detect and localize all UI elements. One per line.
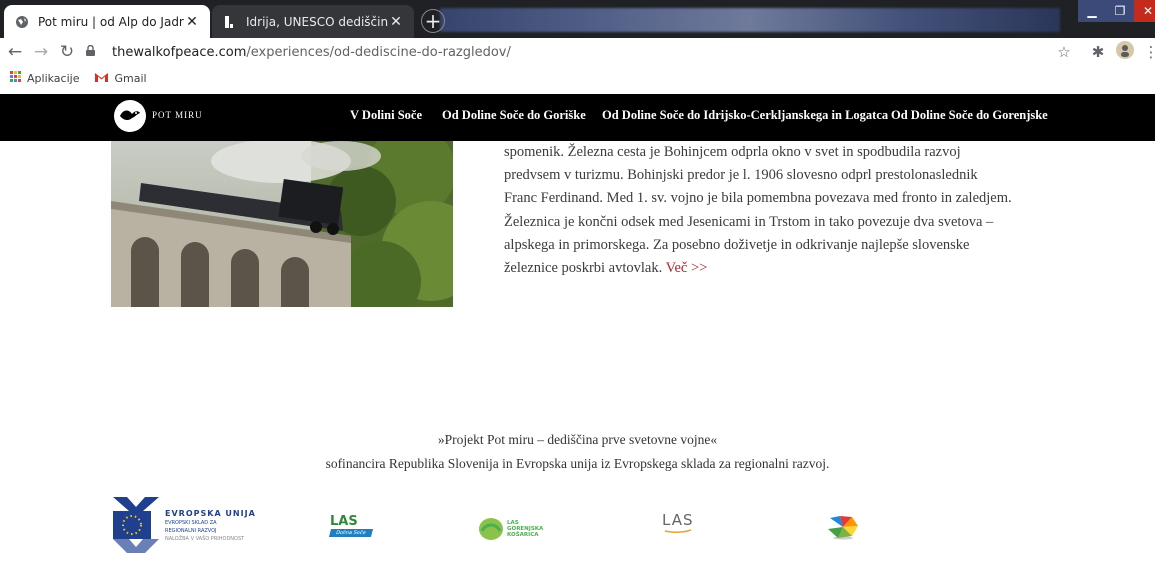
tab-title: Pot miru | od Alp do Jadrana — [38, 14, 184, 29]
article-line: spomenik. Železna cesta je Bohinjcem odp… — [504, 144, 961, 160]
read-more-link[interactable]: Več >> — [666, 260, 708, 276]
article-line: železnice poskrbi avtovlak. Več >> — [504, 257, 1064, 280]
tab-title: Idrija, UNESCO dediščina — [246, 14, 388, 29]
blurred-tabs-area — [440, 8, 1060, 32]
bookmark-star-icon[interactable]: ☆ — [1053, 41, 1075, 63]
las-dolina-soce-logo[interactable]: LAS Dolina Soče — [328, 514, 373, 537]
nav-item-dolini-soce[interactable]: V Dolini Soče — [350, 108, 422, 123]
railway-viaduct-photo — [111, 141, 453, 307]
bookmark-gmail[interactable]: Gmail — [95, 71, 147, 85]
globe-icon — [14, 14, 30, 30]
bookmarks-bar: Aplikacije Gmail — [0, 66, 1155, 90]
basket-icon — [479, 518, 503, 540]
lock-icon — [86, 44, 102, 59]
site-header: POT MIRU V Dolini Soče Od Doline Soče do… — [0, 94, 1155, 141]
eu-subtitle: EVROPSKI SKLAD ZA — [165, 519, 217, 526]
eu-text-block: EVROPSKA UNIJA EVROPSKI SKLAD ZA REGIONA… — [165, 508, 256, 543]
funding-statement: sofinancira Republika Slovenija in Evrop… — [325, 456, 830, 471]
article-line: Železnica je končni odsek med Jesenicami… — [504, 213, 994, 230]
close-window-button[interactable]: ✕ — [1134, 0, 1155, 22]
nav-item-soca-goriska[interactable]: Od Doline Soče do Goriške — [442, 108, 586, 123]
browser-menu-icon[interactable]: ⋮ — [1140, 41, 1155, 63]
close-tab-icon[interactable]: ✕ — [184, 14, 200, 30]
maximize-window-button[interactable]: ❐ — [1106, 0, 1134, 22]
las-gk-text: LAS GORENJSKA KOŠARICA — [507, 520, 543, 538]
las-logo-text: LAS — [330, 514, 358, 529]
project-title: »Projekt Pot miru – dediščina prve sveto… — [437, 432, 718, 447]
las-gk-line: KOŠARICA — [507, 532, 539, 538]
las-underline-icon — [664, 529, 691, 534]
bookmark-apps[interactable]: Aplikacije — [10, 71, 79, 85]
article-line: Franc Ferdinand. Med 1. sv. vojno je bil… — [504, 190, 1012, 207]
close-tab-icon[interactable]: ✕ — [388, 14, 404, 30]
idrija-favicon-icon — [222, 14, 238, 30]
back-arrow-icon[interactable]: ← — [4, 41, 26, 63]
article-text: spomenik. Železna cesta je Bohinjcem odp… — [504, 141, 1064, 280]
url-host: thewalkofpeace.com — [112, 44, 247, 60]
las-s-ciljem-logo[interactable]: LAS — [662, 513, 693, 534]
gmail-icon — [95, 72, 109, 85]
browser-tab-strip: Pot miru | od Alp do Jadrana ✕ Idrija, U… — [0, 0, 1155, 38]
apps-grid-icon — [10, 71, 21, 85]
reload-icon[interactable]: ↻ — [56, 41, 78, 63]
extensions-puzzle-icon[interactable]: ✱ — [1087, 41, 1109, 63]
bookmark-label: Aplikacije — [27, 71, 80, 85]
regional-pinwheel-logo-icon[interactable] — [826, 514, 860, 540]
pot-miru-logo-icon[interactable] — [114, 100, 146, 132]
article-line: predvsem v turizmu. Bohinjski predor je … — [504, 167, 978, 184]
site-logo-text[interactable]: POT MIRU — [152, 110, 203, 120]
tab-idrija[interactable]: Idrija, UNESCO dediščina ✕ — [212, 5, 414, 38]
article-line-text: železnice poskrbi avtovlak. — [504, 260, 663, 277]
eu-fund-logo[interactable]: EVROPSKA UNIJA EVROPSKI SKLAD ZA REGIONA… — [113, 497, 256, 553]
nav-item-soca-gorenjska[interactable]: Od Doline Soče do Gorenjske — [891, 108, 1048, 123]
eu-motto: NALOŽBA V VAŠO PRIHODNOST — [165, 535, 245, 542]
browser-toolbar: ← → ↻ thewalkofpeace.com/experiences/od-… — [0, 38, 1155, 66]
forward-arrow-icon[interactable]: → — [30, 41, 52, 63]
las-logo-subtext: Dolina Soče — [328, 529, 373, 537]
article-line: alpskega in primorskega. Za posebno doži… — [504, 236, 970, 253]
url-path: /experiences/od-dediscine-do-razgledov/ — [246, 44, 511, 60]
eu-flag-icon — [113, 497, 159, 553]
new-tab-button[interactable]: + — [421, 9, 445, 33]
eu-subtitle: REGIONALNI RAZVOJ — [165, 527, 217, 534]
las-logo-text: LAS — [662, 511, 694, 529]
address-bar[interactable]: thewalkofpeace.com/experiences/od-dedisc… — [86, 40, 1046, 64]
tab-pot-miru[interactable]: Pot miru | od Alp do Jadrana ✕ — [4, 5, 210, 38]
profile-avatar[interactable] — [1114, 41, 1136, 63]
nav-item-soca-idrija[interactable]: Od Doline Soče do Idrijsko-Cerkljanskega… — [602, 108, 888, 123]
minimize-window-button[interactable]: ▁ — [1078, 0, 1106, 22]
las-gorenjska-kosarica-logo[interactable]: LAS GORENJSKA KOŠARICA — [478, 517, 543, 541]
bookmark-label: Gmail — [114, 71, 147, 85]
eu-title: EVROPSKA UNIJA — [165, 508, 256, 518]
